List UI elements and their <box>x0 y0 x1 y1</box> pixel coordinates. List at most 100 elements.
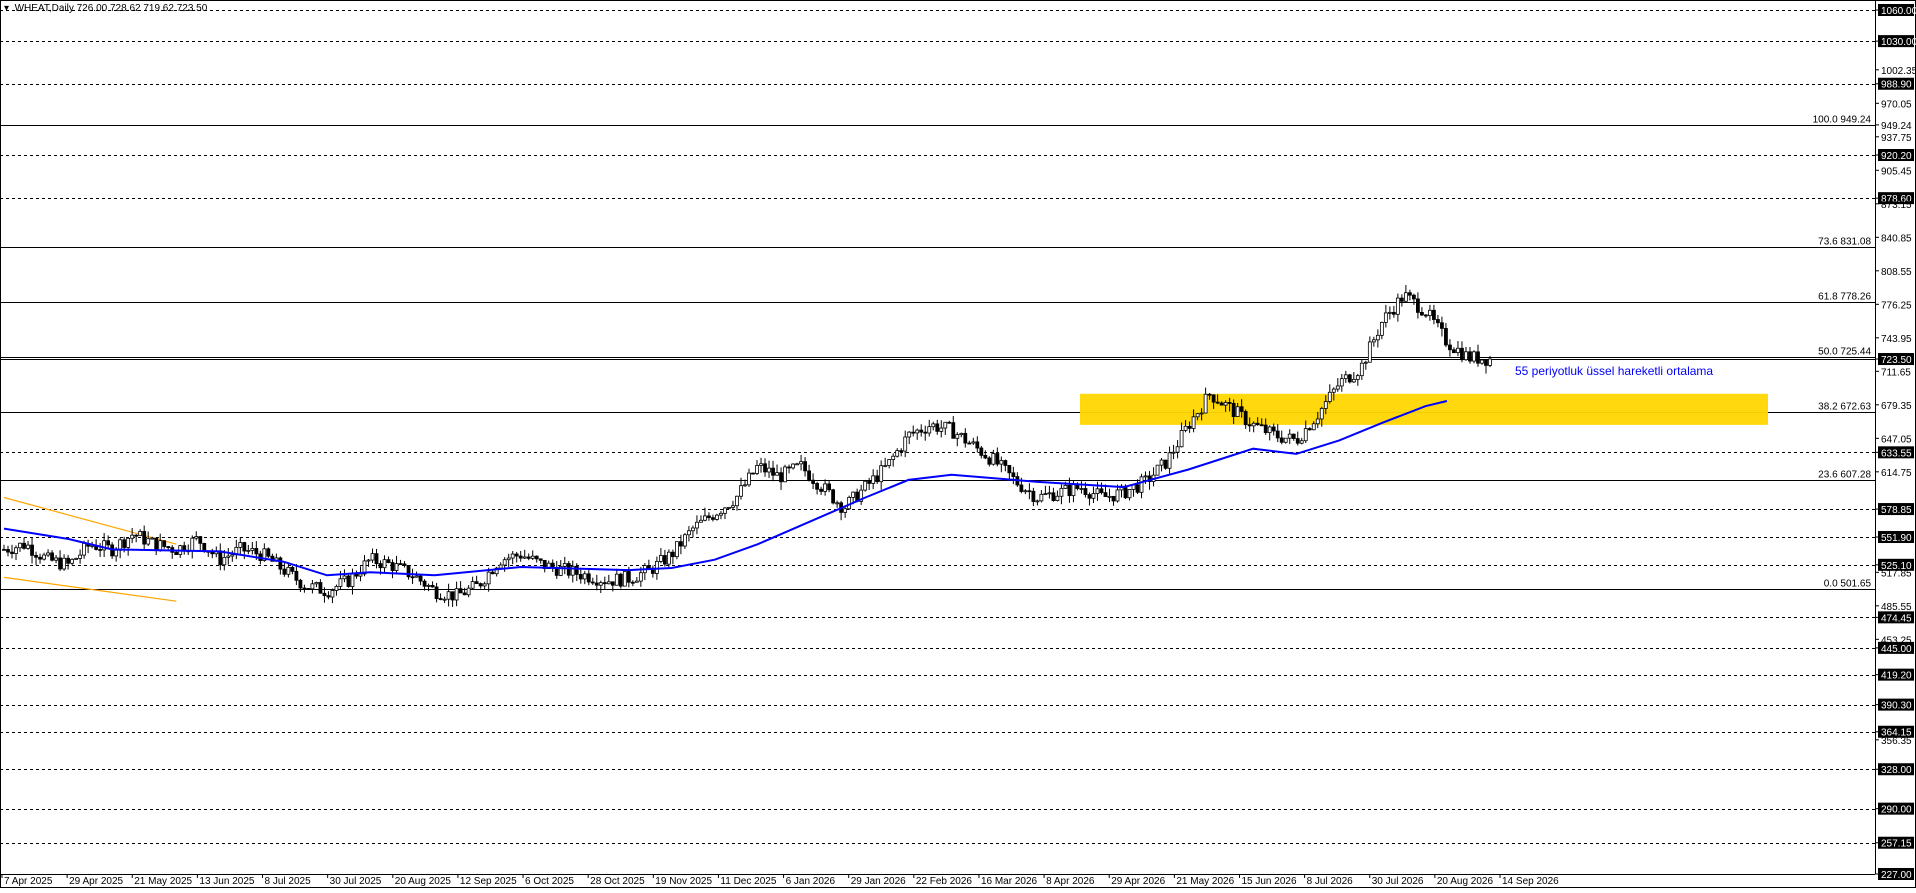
fib-label: 50.0 725.44 <box>1818 347 1871 358</box>
candle-body <box>911 431 916 434</box>
candle-body <box>38 556 42 560</box>
candle-body <box>1275 430 1280 439</box>
candle-body <box>530 555 535 559</box>
y-tick-label: 485.55 <box>1881 602 1912 613</box>
candle-body <box>979 447 984 456</box>
price-label: 445.00 <box>1881 644 1912 655</box>
candle-body <box>831 489 836 504</box>
chart-svg[interactable]: 100.0 949.24 73.6 831.08 61.8 778.26 50.0 7… <box>0 0 1916 888</box>
candle-body <box>675 541 679 558</box>
candle-body <box>935 423 940 432</box>
candle-body <box>1031 490 1036 502</box>
candle-body <box>779 472 783 483</box>
candle-body <box>899 450 904 453</box>
x-tick-label: 21 May 2025 <box>134 876 192 887</box>
y-tick-label: 1002.35 <box>1881 66 1916 77</box>
candle-body <box>875 475 880 483</box>
candle-body <box>218 550 223 566</box>
candle-body <box>430 584 435 588</box>
candle-body <box>1311 423 1316 431</box>
price-label: 474.45 <box>1881 613 1912 624</box>
candle-body <box>1291 433 1296 439</box>
candle-body <box>1163 459 1168 469</box>
candle-body <box>1127 489 1132 499</box>
y-tick-label: 679.35 <box>1881 401 1912 412</box>
symbol-header: ▾ .WHEAT,Daily 726.00 728.62 719.62 723.… <box>4 3 208 14</box>
candle-body <box>1083 488 1088 495</box>
candle-body <box>98 549 103 551</box>
candle-body <box>763 463 767 473</box>
candle-body <box>106 540 111 546</box>
candle-body <box>1480 359 1484 364</box>
candle-body <box>654 561 659 574</box>
candle-body <box>863 480 868 491</box>
candle-body <box>26 544 30 549</box>
candle-body <box>1263 424 1268 434</box>
candle-body <box>707 515 711 519</box>
candle-body <box>54 557 58 561</box>
candle-body <box>939 427 944 432</box>
candle-body <box>835 502 840 505</box>
candle-body <box>1351 378 1356 383</box>
candle-body <box>799 461 803 465</box>
fib-label: 61.8 778.26 <box>1818 292 1871 303</box>
x-tick-label: 6 Oct 2025 <box>525 876 574 887</box>
candle-body <box>815 483 819 490</box>
candle-body <box>70 558 74 564</box>
candle-body <box>194 536 199 539</box>
candle-body <box>190 537 195 552</box>
candle-body <box>1167 452 1172 469</box>
candle-body <box>1452 349 1456 354</box>
candle-body <box>418 575 423 582</box>
candle-body <box>1159 459 1164 466</box>
candle-body <box>10 551 14 554</box>
candle-body <box>518 555 523 559</box>
candle-body <box>1420 312 1424 316</box>
candle-body <box>947 421 952 424</box>
candle-body <box>1087 494 1092 499</box>
candle-body <box>1303 428 1308 442</box>
candle-body <box>1199 412 1204 415</box>
candle-body <box>342 575 347 580</box>
price-label: 227.00 <box>1881 870 1912 881</box>
candle-body <box>1079 488 1084 490</box>
candle-body <box>1339 378 1344 387</box>
candle-body <box>927 426 932 434</box>
candle-body <box>662 555 667 565</box>
candle-body <box>66 557 70 564</box>
y-tick-label: 647.05 <box>1881 434 1912 445</box>
candle-body <box>30 544 34 556</box>
candle-body <box>735 495 739 507</box>
candle-body <box>482 583 487 587</box>
candle-body <box>883 465 888 467</box>
candle-body <box>1448 344 1452 351</box>
x-tick-label: 12 Sep 2025 <box>460 876 517 887</box>
candle-body <box>622 571 627 587</box>
candle-body <box>1191 416 1196 429</box>
candle-body <box>322 592 327 597</box>
candle-body <box>783 466 787 483</box>
candle-body <box>967 442 972 445</box>
candle-body <box>1115 489 1120 502</box>
y-tick-label: 949.24 <box>1881 121 1912 132</box>
candle-body <box>602 582 607 585</box>
candle-body <box>1135 484 1140 493</box>
candle-body <box>1395 297 1400 315</box>
candle-body <box>703 515 707 521</box>
candle-body <box>330 590 335 598</box>
candle-body <box>310 583 315 590</box>
candle-body <box>1363 361 1368 364</box>
candle-body <box>1111 495 1116 502</box>
fib-label: 100.0 949.24 <box>1813 115 1872 126</box>
y-tick-label: 873.15 <box>1881 200 1912 211</box>
candle-body <box>743 484 747 487</box>
candle-body <box>851 491 856 498</box>
candle-body <box>130 534 135 539</box>
candle-body <box>562 563 567 567</box>
price-label: 328.00 <box>1881 765 1912 776</box>
candle-body <box>943 421 948 429</box>
support-zone <box>1080 393 1768 425</box>
candle-body <box>879 465 884 483</box>
x-tick-label: 7 Apr 2025 <box>4 876 53 887</box>
candle-body <box>618 573 623 587</box>
